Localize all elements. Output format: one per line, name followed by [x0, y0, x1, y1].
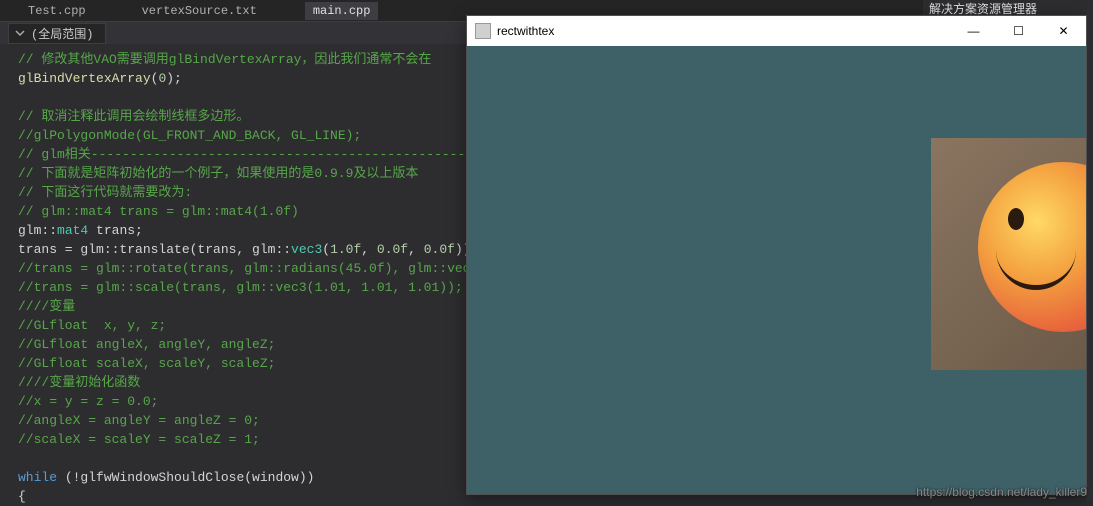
code-line: // 修改其他VAO需要调用glBindVertexArray，因此我们通常不会… [18, 52, 431, 67]
tab-maincpp[interactable]: main.cpp [305, 2, 379, 20]
maximize-button[interactable]: ☐ [996, 17, 1041, 45]
code-line: // 取消注释此调用会绘制线框多边形。 [18, 109, 249, 124]
code-line: // 下面就是矩阵初始化的一个例子，如果使用的是0.9.9及以上版本 [18, 166, 418, 181]
window-title: rectwithtex [497, 24, 554, 38]
code-line: //scaleX = scaleY = scaleZ = 1; [18, 432, 260, 447]
minimize-button[interactable]: — [951, 17, 996, 45]
code-line: //trans = glm::rotate(trans, glm::radian… [18, 261, 478, 276]
scope-label: (全局范围) [31, 25, 93, 42]
gl-canvas [467, 46, 1086, 494]
code-line: // 下面这行代码就需要改为: [18, 185, 192, 200]
smiley-texture [978, 162, 1086, 332]
code-line: // glm::mat4 trans = glm::mat4(1.0f) [18, 204, 299, 219]
chevron-down-icon [15, 28, 25, 38]
code-line: //angleX = angleY = angleZ = 0; [18, 413, 260, 428]
code-line: //GLfloat scaleX, scaleY, scaleZ; [18, 356, 275, 371]
code-line: glBindVertexArray [18, 71, 151, 86]
tab-vertexsource[interactable]: vertexSource.txt [134, 2, 265, 20]
opengl-window: rectwithtex — ☐ ✕ [466, 15, 1087, 495]
code-line: //glPolygonMode(GL_FRONT_AND_BACK, GL_LI… [18, 128, 361, 143]
titlebar[interactable]: rectwithtex — ☐ ✕ [467, 16, 1086, 46]
smiley-mouth [996, 250, 1076, 290]
scope-dropdown[interactable]: (全局范围) [8, 23, 106, 44]
right-panel-edge [1087, 0, 1093, 501]
code-line: //x = y = z = 0.0; [18, 394, 158, 409]
code-line: //GLfloat angleX, angleY, angleZ; [18, 337, 275, 352]
code-line: // glm相关--------------------------------… [18, 147, 473, 162]
app-icon [475, 23, 491, 39]
code-line: ////变量 [18, 299, 75, 314]
rendered-rect [931, 138, 1086, 370]
watermark: https://blog.csdn.net/lady_killer9 [916, 485, 1087, 499]
close-button[interactable]: ✕ [1041, 17, 1086, 45]
code-line: //trans = glm::scale(trans, glm::vec3(1.… [18, 280, 463, 295]
code-line: //GLfloat x, y, z; [18, 318, 166, 333]
code-line: ////变量初始化函数 [18, 375, 140, 390]
tab-testcpp[interactable]: Test.cpp [20, 2, 94, 20]
smiley-eye [1008, 208, 1024, 230]
solution-explorer-title: 解决方案资源管理器 [923, 0, 1093, 16]
